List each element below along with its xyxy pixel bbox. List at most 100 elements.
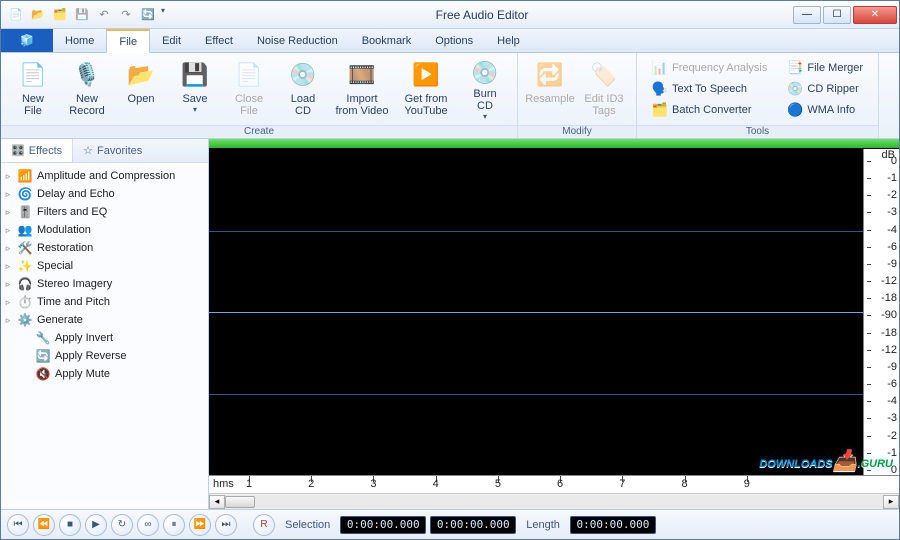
tab-file[interactable]: File xyxy=(106,29,150,53)
app-menu-button[interactable]: 🧊 xyxy=(1,29,53,52)
new-file-icon: 📄 xyxy=(17,59,49,91)
tree-node-modulation[interactable]: ▹👥Modulation xyxy=(3,221,206,239)
file-merger-button[interactable]: 📑File Merger xyxy=(782,58,868,78)
maximize-button[interactable]: ☐ xyxy=(823,6,851,24)
cd-ripper-icon: 💿 xyxy=(787,81,803,97)
scroll-right-button[interactable]: ▸ xyxy=(883,495,899,509)
play-button[interactable]: ▶ xyxy=(85,514,107,536)
wma-info-button[interactable]: 🔵WMA Info xyxy=(782,100,868,120)
tab-options[interactable]: Options xyxy=(423,29,485,52)
close-button[interactable]: ✕ xyxy=(853,6,897,24)
tree-node-apply-invert[interactable]: 🔧Apply Invert xyxy=(3,329,206,347)
overview-strip[interactable] xyxy=(209,139,899,149)
edit-id3-icon: 🏷️ xyxy=(588,59,620,91)
batch-conv-label: Batch Converter xyxy=(672,104,751,116)
node-icon: 🔧 xyxy=(35,330,51,346)
resample-button: 🔁Resample xyxy=(524,56,576,122)
tab-edit[interactable]: Edit xyxy=(150,29,193,52)
replay-button[interactable]: ↻ xyxy=(111,514,133,536)
new-record-icon: 🎙️ xyxy=(71,59,103,91)
burn-cd-button[interactable]: 💿BurnCD▾ xyxy=(459,56,511,122)
effects-tree[interactable]: ▹📶Amplitude and Compression▹🌀Delay and E… xyxy=(1,163,208,509)
node-label: Generate xyxy=(37,314,83,326)
time-ruler[interactable]: hms 123456789 xyxy=(209,475,899,493)
scroll-thumb[interactable] xyxy=(225,496,255,508)
new-file-button[interactable]: 📄NewFile xyxy=(7,56,59,122)
node-icon: 🎧 xyxy=(17,276,33,292)
sidebar-tab-label: Effects xyxy=(29,145,62,157)
tab-noise-reduction[interactable]: Noise Reduction xyxy=(245,29,350,52)
tab-effect[interactable]: Effect xyxy=(193,29,245,52)
cube-icon: 🧊 xyxy=(20,34,34,47)
db-tick-label: -1 xyxy=(887,172,897,184)
expand-icon: ▹ xyxy=(3,171,13,182)
tab-help[interactable]: Help xyxy=(485,29,532,52)
import-video-button[interactable]: 🎞️Importfrom Video xyxy=(331,56,393,122)
scroll-left-button[interactable]: ◂ xyxy=(209,495,225,509)
close-file-icon: 📄 xyxy=(233,59,265,91)
tab-home[interactable]: Home xyxy=(53,29,106,52)
load-cd-label: LoadCD xyxy=(291,93,315,117)
tree-node-apply-reverse[interactable]: 🔄Apply Reverse xyxy=(3,347,206,365)
minimize-button[interactable]: — xyxy=(793,6,821,24)
qat-new-icon[interactable]: 📄 xyxy=(7,6,25,24)
ribbon: 📄NewFile🎙️NewRecord📂Open💾Save▾📄CloseFile… xyxy=(1,53,899,139)
length-label: Length xyxy=(526,519,560,531)
horizontal-scrollbar[interactable]: ◂ ▸ xyxy=(209,493,899,509)
open-button[interactable]: 📂Open xyxy=(115,56,167,122)
edit-id3-button: 🏷️Edit ID3Tags xyxy=(578,56,630,122)
node-label: Apply Reverse xyxy=(55,350,127,362)
node-label: Restoration xyxy=(37,242,93,254)
node-icon: 🛠️ xyxy=(17,240,33,256)
goto-start-button[interactable]: ⏮ xyxy=(7,514,29,536)
qat-folder-icon[interactable]: 🗂️ xyxy=(51,6,69,24)
step-back-button[interactable]: ⏪ xyxy=(33,514,55,536)
loop-button[interactable]: ∞ xyxy=(137,514,159,536)
get-youtube-button[interactable]: ▶️Get fromYouTube xyxy=(395,56,457,122)
load-cd-button[interactable]: 💿LoadCD xyxy=(277,56,329,122)
tree-node-apply-mute[interactable]: 🔇Apply Mute xyxy=(3,365,206,383)
file-merger-label: File Merger xyxy=(807,62,863,74)
pause-button[interactable]: ⏸ xyxy=(163,514,185,536)
qat-redo-icon[interactable]: ↷ xyxy=(117,6,135,24)
step-forward-button[interactable]: ⏩ xyxy=(189,514,211,536)
record-button[interactable]: R xyxy=(253,514,275,536)
expand-icon: ▹ xyxy=(3,261,13,272)
ribbon-group-create: 📄NewFile🎙️NewRecord📂Open💾Save▾📄CloseFile… xyxy=(1,53,518,138)
tree-node-special[interactable]: ▹✨Special xyxy=(3,257,206,275)
qat-save-icon[interactable]: 💾 xyxy=(73,6,91,24)
sidebar-tab-label: Favorites xyxy=(97,145,142,157)
qat-refresh-icon[interactable]: 🔄 xyxy=(139,6,157,24)
qat-open-icon[interactable]: 📂 xyxy=(29,6,47,24)
node-icon: 👥 xyxy=(17,222,33,238)
goto-end-button[interactable]: ⏭ xyxy=(215,514,237,536)
tree-node-time-and-pitch[interactable]: ▹⏱️Time and Pitch xyxy=(3,293,206,311)
tree-node-stereo-imagery[interactable]: ▹🎧Stereo Imagery xyxy=(3,275,206,293)
channel-1-midline xyxy=(209,231,863,232)
tree-node-amplitude-and-compression[interactable]: ▹📶Amplitude and Compression xyxy=(3,167,206,185)
stop-button[interactable]: ■ xyxy=(59,514,81,536)
freq-analysis-icon: 📊 xyxy=(652,60,668,76)
tts-button[interactable]: 🗣️Text To Speech xyxy=(647,79,772,99)
qat-overflow-icon[interactable]: ▾ xyxy=(161,6,165,24)
db-tick-label: -12 xyxy=(881,275,897,287)
sidebar-tab-favorites[interactable]: ☆ Favorites xyxy=(73,139,152,162)
waveform-canvas[interactable] xyxy=(209,149,863,475)
sidebar-tab-effects[interactable]: 🎛️ Effects xyxy=(1,139,73,162)
tree-node-delay-and-echo[interactable]: ▹🌀Delay and Echo xyxy=(3,185,206,203)
tree-node-generate[interactable]: ▹⚙️Generate xyxy=(3,311,206,329)
quick-access-toolbar: 📄 📂 🗂️ 💾 ↶ ↷ 🔄 ▾ xyxy=(1,6,171,24)
tree-node-restoration[interactable]: ▹🛠️Restoration xyxy=(3,239,206,257)
resample-label: Resample xyxy=(525,93,575,105)
save-button[interactable]: 💾Save▾ xyxy=(169,56,221,122)
tab-bookmark[interactable]: Bookmark xyxy=(350,29,424,52)
qat-undo-icon[interactable]: ↶ xyxy=(95,6,113,24)
scroll-track[interactable] xyxy=(225,495,883,509)
new-record-button[interactable]: 🎙️NewRecord xyxy=(61,56,113,122)
channel-divider xyxy=(209,312,863,313)
node-icon: 🌀 xyxy=(17,186,33,202)
close-file-label: CloseFile xyxy=(235,93,263,117)
batch-conv-button[interactable]: 🗂️Batch Converter xyxy=(647,100,772,120)
cd-ripper-button[interactable]: 💿CD Ripper xyxy=(782,79,868,99)
tree-node-filters-and-eq[interactable]: ▹🎚️Filters and EQ xyxy=(3,203,206,221)
